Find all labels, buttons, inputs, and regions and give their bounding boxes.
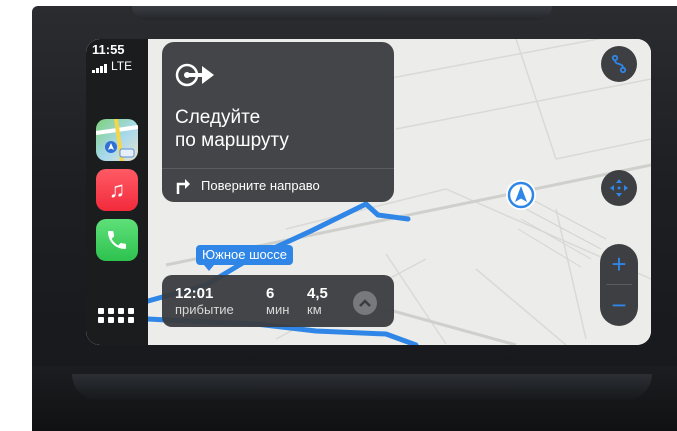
phone-handset-icon [108,231,126,249]
zoom-out-button[interactable]: − [600,285,638,325]
road-name-label: Южное шоссе [196,245,293,271]
signal-bar-icon [104,64,107,73]
route-overview-button[interactable] [601,46,637,82]
zoom-control: + − [600,244,638,326]
grid-dot-icon [98,307,104,314]
current-location-icon [506,180,536,210]
network-type: LTE [111,59,133,73]
app-grid-icon[interactable] [96,301,136,329]
signal-bar-icon [100,66,103,73]
pan-map-button[interactable] [601,170,637,206]
route-overview-icon [611,54,627,74]
music-note-icon: ♫ [108,177,126,202]
follow-route-arrow-icon [175,63,214,87]
signal-bar-icon [92,70,95,73]
arrival-label: прибытие [175,302,234,317]
grid-dot-icon [128,307,134,314]
chevron-up-icon[interactable] [353,291,377,315]
signal-bar-icon [96,68,99,73]
eta-card[interactable]: 12:01 прибытие 6 мин 4,5 км [162,275,394,327]
maps-glyph-icon [96,119,138,161]
grid-dot-icon [98,316,104,323]
next-maneuver: Поверните направо [175,176,320,194]
grid-dot-icon [108,316,114,323]
grid-dot-icon [128,316,134,323]
turn-right-icon [176,179,190,194]
music-app-icon[interactable]: ♫ [96,169,138,211]
carplay-screen: 11:55 LTE ♫ Следуйте по маршруту Поверни… [86,39,651,345]
maps-app-icon[interactable] [96,119,138,161]
eta-arrival: 12:01 прибытие [175,285,234,317]
maneuver-title-line: по маршруту [175,130,289,151]
eta-duration: 6 мин [266,285,289,317]
next-maneuver-text: Поверните направо [201,177,320,193]
grid-dot-icon [118,307,124,314]
distance-value: 4,5 [307,285,328,302]
eta-distance: 4,5 км [307,285,328,317]
status-time: 11:55 [92,42,125,57]
chevron-up-glyph-icon [359,299,371,307]
duration-label: мин [266,302,290,317]
cellular-signal: LTE [92,59,132,73]
dashboard-ledge [72,374,652,400]
zoom-in-button[interactable]: + [600,244,638,284]
grid-dot-icon [108,307,114,314]
carplay-dock: 11:55 LTE ♫ [86,39,148,345]
distance-label: км [307,302,322,317]
phone-app-icon[interactable] [96,219,138,261]
arrival-time: 12:01 [175,285,214,302]
duration-value: 6 [266,285,275,302]
maneuver-title-line: Следуйте [175,107,261,128]
pan-arrows-icon [610,179,628,197]
maneuver-title: Следуйте по маршруту [175,106,385,152]
maneuver-card[interactable]: Следуйте по маршруту Поверните направо [162,42,394,202]
grid-dot-icon [118,316,124,323]
dashboard-trim [132,6,552,20]
divider [162,168,394,169]
